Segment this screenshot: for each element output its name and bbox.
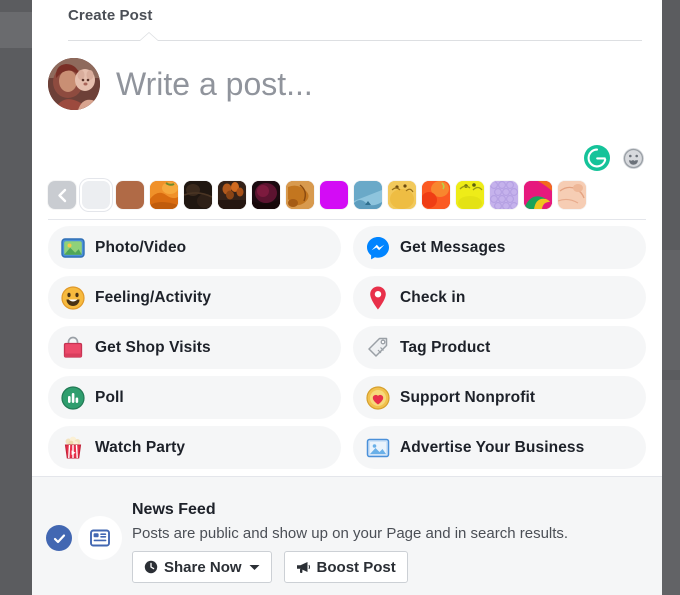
action-label: Check in — [400, 288, 466, 306]
backdrop-panel-right-upper — [662, 250, 680, 370]
action-check-in[interactable]: Check in — [353, 276, 646, 319]
shop-visits-icon — [60, 335, 86, 361]
post-audience-footer: News Feed Posts are public and show up o… — [32, 476, 662, 595]
action-label: Tag Product — [400, 338, 491, 356]
action-label: Watch Party — [95, 438, 186, 456]
backdrop-panel-left — [0, 12, 32, 48]
action-photo-video[interactable]: Photo/Video — [48, 226, 341, 269]
user-avatar[interactable] — [48, 58, 100, 110]
swatch-dark-wood[interactable] — [184, 181, 212, 209]
audience-description: Posts are public and show up on your Pag… — [132, 525, 569, 542]
swatch-no-background[interactable] — [82, 181, 110, 209]
check-in-icon — [365, 285, 391, 311]
post-text-placeholder[interactable]: Write a post... — [116, 58, 313, 110]
post-composer: Write a post... — [32, 41, 662, 145]
swatch-purple-pattern[interactable] — [490, 181, 518, 209]
create-post-dialog: Create Post Write a post... Photo/Video … — [32, 0, 662, 595]
tab-active-caret-icon — [140, 33, 158, 41]
selected-checkmark-icon[interactable] — [46, 525, 72, 551]
action-advertise-business[interactable]: Advertise Your Business — [353, 426, 646, 469]
action-feeling-activity[interactable]: Feeling/Activity — [48, 276, 341, 319]
boost-post-label: Boost Post — [316, 558, 396, 576]
action-get-messages[interactable]: Get Messages — [353, 226, 646, 269]
chevron-down-icon — [249, 564, 260, 571]
action-label: Support Nonprofit — [400, 388, 536, 406]
support-nonprofit-icon — [365, 385, 391, 411]
background-swatch-row[interactable] — [32, 175, 662, 215]
swatch-autumn-leaf[interactable] — [286, 181, 314, 209]
swatch-peach-texture[interactable] — [558, 181, 586, 209]
tag-product-icon — [365, 335, 391, 361]
advertise-business-icon — [365, 435, 391, 461]
feeling-activity-icon — [60, 285, 86, 311]
photo-video-icon — [60, 235, 86, 261]
poll-icon — [60, 385, 86, 411]
swatch-pumpkin-photo[interactable] — [150, 181, 178, 209]
post-actions-grid: Photo/Video Get Messages Feeling/Activit… — [32, 226, 662, 469]
dialog-tabbar: Create Post — [32, 0, 662, 41]
action-label: Feeling/Activity — [95, 288, 212, 306]
clock-icon — [144, 560, 158, 574]
swatch-actions-divider — [48, 219, 646, 220]
grammarly-icon[interactable] — [584, 145, 610, 171]
boost-post-button[interactable]: Boost Post — [283, 551, 408, 583]
emoji-picker-icon[interactable] — [623, 148, 644, 169]
action-watch-party[interactable]: Watch Party — [48, 426, 341, 469]
action-label: Poll — [95, 388, 124, 406]
swatch-dark-maroon[interactable] — [252, 181, 280, 209]
swatch-pink-abstract[interactable] — [524, 181, 552, 209]
action-label: Photo/Video — [95, 238, 187, 256]
action-poll[interactable]: Poll — [48, 376, 341, 419]
action-label: Get Messages — [400, 238, 506, 256]
watch-party-icon — [60, 435, 86, 461]
share-now-label: Share Now — [164, 558, 242, 576]
action-label: Advertise Your Business — [400, 438, 585, 456]
swatch-solid-magenta[interactable] — [320, 181, 348, 209]
swatch-blue-sky[interactable] — [354, 181, 382, 209]
swatch-bright-yellow[interactable] — [456, 181, 484, 209]
swatch-yellow-bird[interactable] — [388, 181, 416, 209]
action-get-shop-visits[interactable]: Get Shop Visits — [48, 326, 341, 369]
tab-create-post[interactable]: Create Post — [68, 7, 152, 24]
footer-button-row: Share Now Boost Post — [132, 551, 408, 583]
swatch-orange-red[interactable] — [422, 181, 450, 209]
composer-tools — [32, 145, 662, 175]
messenger-icon — [365, 235, 391, 261]
action-label: Get Shop Visits — [95, 338, 211, 356]
action-support-nonprofit[interactable]: Support Nonprofit — [353, 376, 646, 419]
swatch-prev-arrow-button[interactable] — [48, 181, 76, 209]
share-now-button[interactable]: Share Now — [132, 551, 272, 583]
swatch-acorns-dark[interactable] — [218, 181, 246, 209]
news-feed-icon — [78, 516, 122, 560]
audience-title: News Feed — [132, 501, 216, 518]
action-tag-product[interactable]: Tag Product — [353, 326, 646, 369]
backdrop-panel-right-lower — [662, 380, 680, 595]
megaphone-icon — [296, 560, 311, 574]
swatch-solid-brown[interactable] — [116, 181, 144, 209]
